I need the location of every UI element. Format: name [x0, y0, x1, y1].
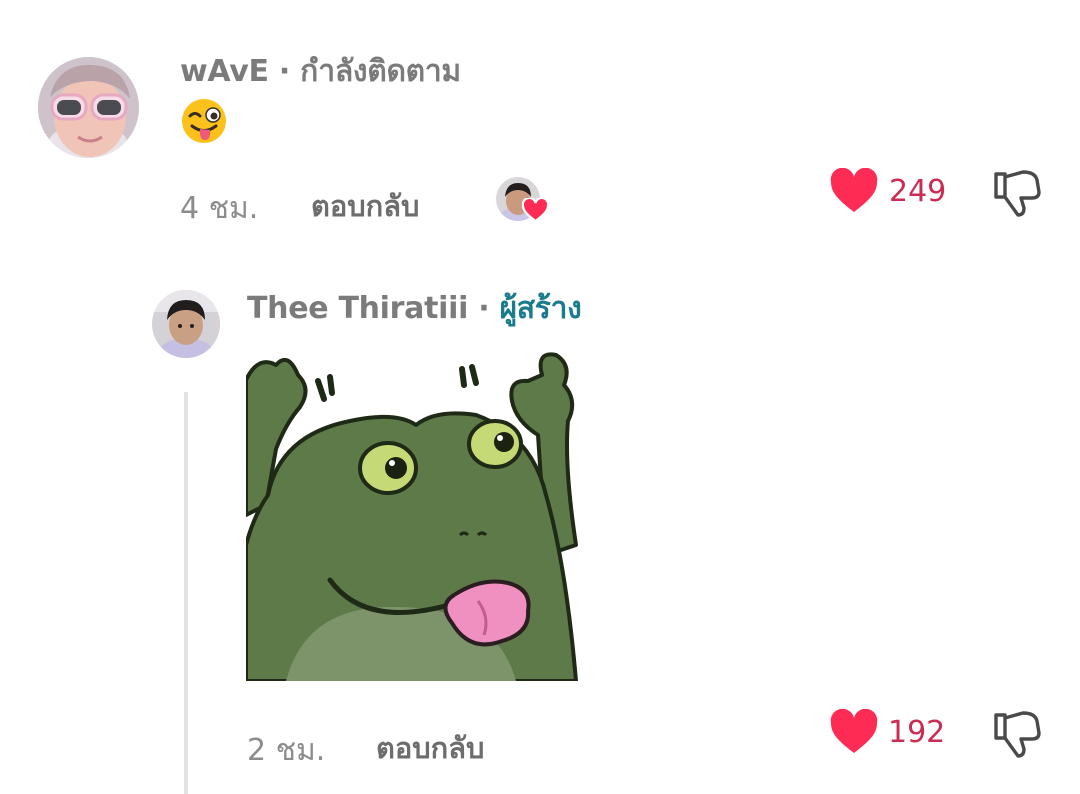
thread-line — [184, 392, 188, 794]
reply-button[interactable]: ตอบกลับ — [311, 183, 419, 229]
comment-header: Thee Thiratiii · ผู้สร้าง — [247, 285, 582, 332]
avatar-image — [152, 290, 220, 358]
username[interactable]: wAvE — [180, 54, 269, 89]
comment-timestamp: 4 ชม. — [180, 191, 259, 226]
avatar-image — [38, 57, 139, 158]
following-tag: กำลังติดตาม — [300, 54, 461, 89]
frog-sticker-image — [244, 345, 580, 683]
like-count: 249 — [889, 174, 947, 209]
comment-emoji — [180, 97, 228, 145]
comment-sticker[interactable] — [244, 345, 580, 683]
comment-timestamp: 2 ชม. — [247, 733, 326, 768]
heart-icon[interactable] — [830, 709, 878, 755]
reply-button[interactable]: ตอบกลับ — [376, 725, 484, 771]
winking-face-with-tongue-icon — [182, 99, 226, 143]
comment-header: wAvE · กำลังติดตาม — [180, 48, 461, 95]
heart-icon[interactable] — [830, 168, 878, 214]
thumbs-down-icon[interactable] — [992, 168, 1042, 218]
heart-icon — [522, 198, 549, 223]
avatar[interactable] — [152, 290, 220, 358]
creator-tag: ผู้สร้าง — [499, 291, 582, 326]
like-count: 192 — [888, 715, 946, 750]
thumbs-down-icon[interactable] — [992, 709, 1042, 759]
separator: · — [278, 54, 290, 89]
separator: · — [478, 291, 490, 326]
username[interactable]: Thee Thiratiii — [247, 291, 468, 326]
avatar[interactable] — [38, 57, 139, 158]
creator-liked-badge — [496, 177, 552, 225]
